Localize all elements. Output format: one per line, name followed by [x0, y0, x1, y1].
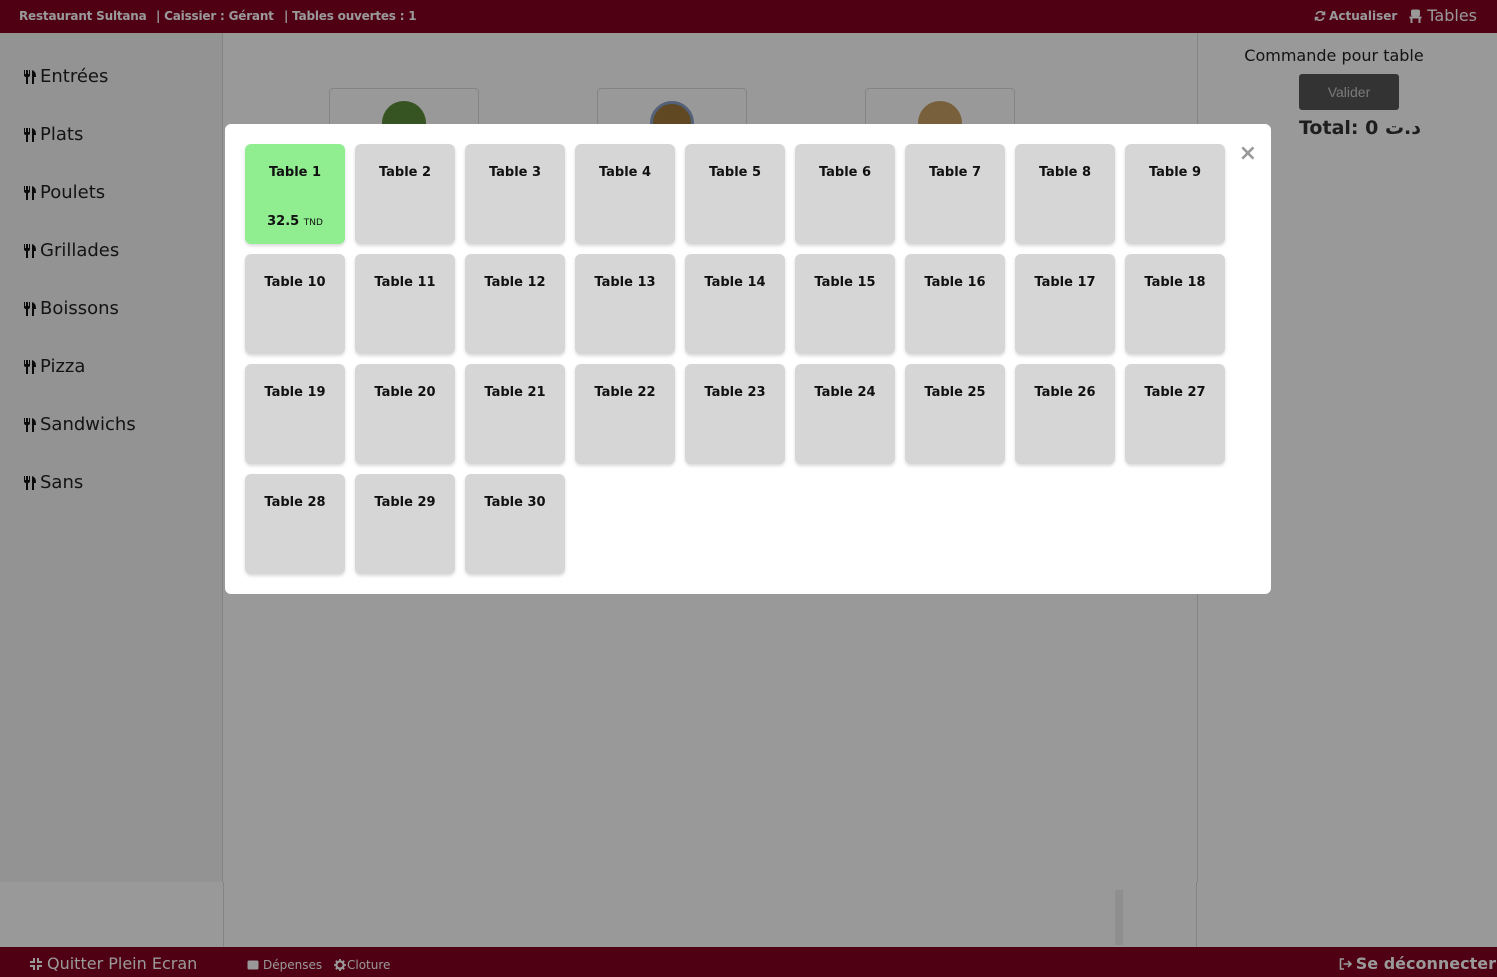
- table-tile[interactable]: Table 27: [1125, 364, 1225, 464]
- table-tile[interactable]: Table 3: [465, 144, 565, 244]
- table-name: Table 12: [484, 275, 546, 290]
- table-tile[interactable]: Table 19: [245, 364, 345, 464]
- table-amount: 32.5 TND: [245, 214, 345, 229]
- table-tile[interactable]: Table 23: [685, 364, 785, 464]
- table-tile[interactable]: Table 11: [355, 254, 455, 354]
- table-name: Table 25: [924, 385, 986, 400]
- table-name: Table 13: [594, 275, 656, 290]
- table-name: Table 5: [708, 165, 762, 180]
- table-name: Table 15: [814, 275, 876, 290]
- table-name: Table 17: [1034, 275, 1096, 290]
- table-tile[interactable]: Table 18: [1125, 254, 1225, 354]
- table-tile[interactable]: Table 13: [575, 254, 675, 354]
- table-tile[interactable]: Table 12: [465, 254, 565, 354]
- table-tile[interactable]: Table 17: [1015, 254, 1115, 354]
- table-name: Table 24: [814, 385, 876, 400]
- table-name: Table 11: [374, 275, 436, 290]
- table-tile[interactable]: Table 16: [905, 254, 1005, 354]
- table-name: Table 20: [374, 385, 436, 400]
- table-name: Table 3: [488, 165, 542, 180]
- table-tile[interactable]: Table 20: [355, 364, 455, 464]
- table-tile[interactable]: Table 14: [685, 254, 785, 354]
- table-tile[interactable]: Table 6: [795, 144, 895, 244]
- table-name: Table 21: [484, 385, 546, 400]
- table-tile[interactable]: Table 29: [355, 474, 455, 574]
- amount-currency: TND: [303, 218, 323, 228]
- table-name: Table 10: [264, 275, 326, 290]
- table-name: Table 9: [1148, 165, 1202, 180]
- table-name: Table 27: [1144, 385, 1206, 400]
- table-tile[interactable]: Table 8: [1015, 144, 1115, 244]
- table-tile[interactable]: Table 26: [1015, 364, 1115, 464]
- table-tile[interactable]: Table 10: [245, 254, 345, 354]
- table-name: Table 1: [268, 165, 322, 180]
- table-tile[interactable]: Table 5: [685, 144, 785, 244]
- close-icon[interactable]: ×: [1239, 143, 1257, 165]
- table-name: Table 26: [1034, 385, 1096, 400]
- table-tile[interactable]: Table 24: [795, 364, 895, 464]
- table-tile[interactable]: Table 25: [905, 364, 1005, 464]
- tables-modal: × Table 1 32.5 TND Table 2 Table 3 Table 4 Ta…: [225, 124, 1271, 594]
- table-name: Table 29: [374, 495, 436, 510]
- table-tile[interactable]: Table 30: [465, 474, 565, 574]
- table-name: Table 19: [264, 385, 326, 400]
- table-tile[interactable]: Table 7: [905, 144, 1005, 244]
- table-tile[interactable]: Table 21: [465, 364, 565, 464]
- table-tile[interactable]: Table 22: [575, 364, 675, 464]
- table-name: Table 2: [378, 165, 432, 180]
- table-name: Table 30: [484, 495, 546, 510]
- table-tile[interactable]: Table 4: [575, 144, 675, 244]
- table-name: Table 23: [704, 385, 766, 400]
- table-tile[interactable]: Table 1 32.5 TND: [245, 144, 345, 244]
- table-tile[interactable]: Table 28: [245, 474, 345, 574]
- amount-value: 32.5: [267, 214, 300, 229]
- table-name: Table 22: [594, 385, 656, 400]
- table-name: Table 18: [1144, 275, 1206, 290]
- table-tile[interactable]: Table 9: [1125, 144, 1225, 244]
- table-name: Table 28: [264, 495, 326, 510]
- table-name: Table 6: [818, 165, 872, 180]
- table-name: Table 7: [928, 165, 982, 180]
- table-name: Table 14: [704, 275, 766, 290]
- table-name: Table 8: [1038, 165, 1092, 180]
- table-tile[interactable]: Table 2: [355, 144, 455, 244]
- table-tile[interactable]: Table 15: [795, 254, 895, 354]
- table-name: Table 16: [924, 275, 986, 290]
- table-name: Table 4: [598, 165, 652, 180]
